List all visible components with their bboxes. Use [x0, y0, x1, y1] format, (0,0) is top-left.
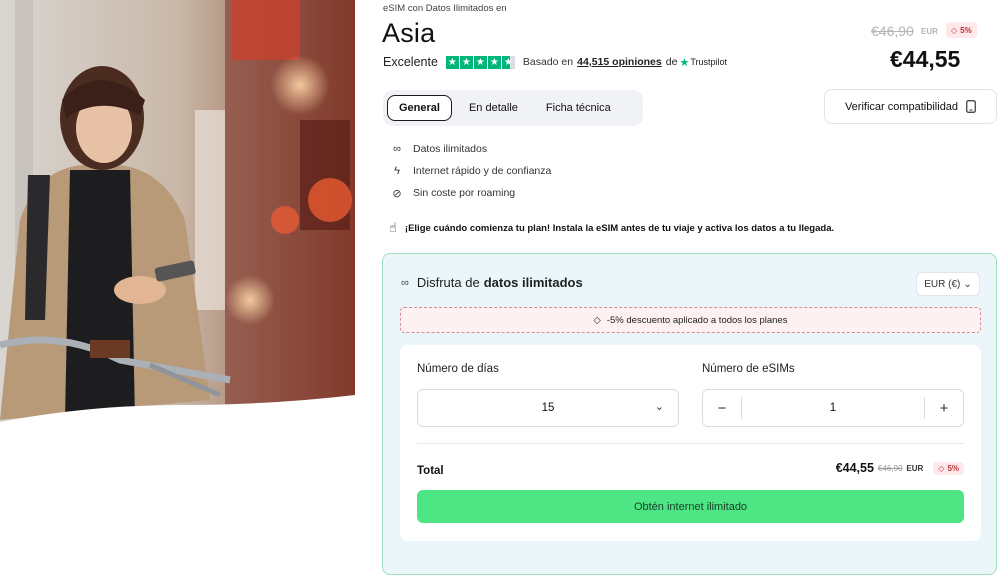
total-discount-label: 5% [947, 463, 959, 473]
product-eyebrow: eSIM con Datos Ilimitados en [383, 3, 507, 14]
total-price: €44,55 [835, 461, 874, 475]
tag-icon: ◇ [593, 314, 601, 326]
decrement-button[interactable]: − [703, 390, 741, 426]
trustpilot-label: Trustpilot [690, 57, 727, 67]
esims-stepper: − 1 + [702, 389, 964, 427]
trustpilot-logo: ★ Trustpilot [679, 56, 727, 69]
feature-label: Datos ilimitados [413, 143, 488, 155]
get-unlimited-internet-button[interactable]: Obtén internet ilimitado [417, 490, 964, 523]
verify-compatibility-button[interactable]: Verificar compatibilidad [824, 89, 997, 124]
rating-word: Excelente [383, 55, 438, 69]
rating-row: Excelente ★ ★ ★ ★ ★ Basado en 44,515 opi… [383, 55, 727, 69]
total-summary: €44,55 €46,90 EUR ◇ 5% [836, 461, 964, 475]
trustpilot-stars: ★ ★ ★ ★ ★ [445, 55, 515, 69]
feature-label: Internet rápido y de confianza [413, 165, 552, 177]
plan-title: ∞ Disfruta de datos ilimitados [401, 275, 583, 290]
product-tabs: General En detalle Ficha técnica [383, 90, 643, 126]
esims-label: Número de eSIMs [702, 363, 795, 375]
bolt-icon: ϟ [394, 165, 400, 177]
star-half-icon: ★ [501, 55, 515, 69]
currency-select[interactable]: EUR (€) ⌄ [916, 272, 980, 296]
plan-title-prefix: Disfruta de [416, 275, 480, 290]
based-on-text: Basado en [522, 56, 574, 68]
total-label: Total [417, 465, 444, 477]
tag-icon: ◇ [938, 463, 945, 473]
feature-item: ϟ Internet rápido y de confianza [390, 160, 551, 182]
tag-icon: ◇ [951, 25, 958, 35]
discount-badge: ◇ 5% [946, 22, 977, 38]
chevron-down-icon: ⌄ [654, 401, 664, 413]
discount-banner-text: -5% descuento aplicado a todos los plane… [606, 314, 788, 326]
star-icon: ★ [459, 55, 473, 69]
trustpilot-star-icon: ★ [679, 56, 690, 69]
feature-item: ⊘ Sin coste por roaming [390, 182, 551, 204]
no-roaming-icon: ⊘ [392, 187, 402, 200]
star-icon: ★ [487, 55, 501, 69]
feature-label: Sin coste por roaming [413, 187, 516, 199]
star-icon: ★ [473, 55, 487, 69]
tab-en-detalle[interactable]: En detalle [458, 96, 529, 120]
plan-config-panel: Número de días Número de eSIMs 15 ⌄ − 1 … [400, 345, 981, 541]
tab-ficha-tecnica[interactable]: Ficha técnica [535, 96, 622, 120]
days-value: 15 [541, 402, 555, 414]
discount-banner: ◇ -5% descuento aplicado a todos los pla… [400, 307, 981, 333]
activation-notice-text: ¡Elige cuándo comienza tu plan! Instala … [404, 222, 835, 234]
infinity-icon: ∞ [401, 276, 409, 289]
feature-item: ∞ Datos ilimitados [390, 138, 551, 160]
esims-value[interactable]: 1 [741, 397, 925, 419]
currency-value: EUR (€) [924, 278, 961, 290]
hand-pointer-icon: ☝ [389, 220, 397, 235]
divider [417, 443, 964, 444]
plan-title-bold: datos ilimitados [483, 275, 583, 290]
increment-button[interactable]: + [925, 390, 963, 426]
current-price: €44,55 [890, 46, 961, 72]
tab-general[interactable]: General [387, 95, 452, 121]
old-price: €46,90 [871, 23, 914, 39]
feature-list: ∞ Datos ilimitados ϟ Internet rápido y d… [390, 138, 551, 204]
infinity-icon: ∞ [393, 143, 401, 155]
discount-badge-label: 5% [960, 25, 972, 35]
page-title: Asia [382, 18, 436, 48]
activation-notice: ☝ ¡Elige cuándo comienza tu plan! Instal… [389, 220, 834, 236]
plan-card: ∞ Disfruta de datos ilimitados EUR (€) ⌄… [382, 253, 997, 575]
phone-check-icon [966, 100, 976, 113]
days-select[interactable]: 15 ⌄ [417, 389, 679, 427]
hero-image [0, 0, 355, 428]
total-currency: EUR [906, 463, 924, 473]
total-old-price: €46,90 [877, 463, 903, 473]
old-price-currency: EUR [921, 27, 938, 36]
star-icon: ★ [445, 55, 459, 69]
verify-compatibility-label: Verificar compatibilidad [844, 100, 959, 113]
chevron-down-icon: ⌄ [963, 278, 972, 290]
reviews-link[interactable]: 44,515 opiniones [577, 56, 662, 68]
total-discount-badge: ◇ 5% [933, 461, 964, 475]
de-text: de [665, 56, 678, 68]
days-label: Número de días [417, 363, 499, 375]
